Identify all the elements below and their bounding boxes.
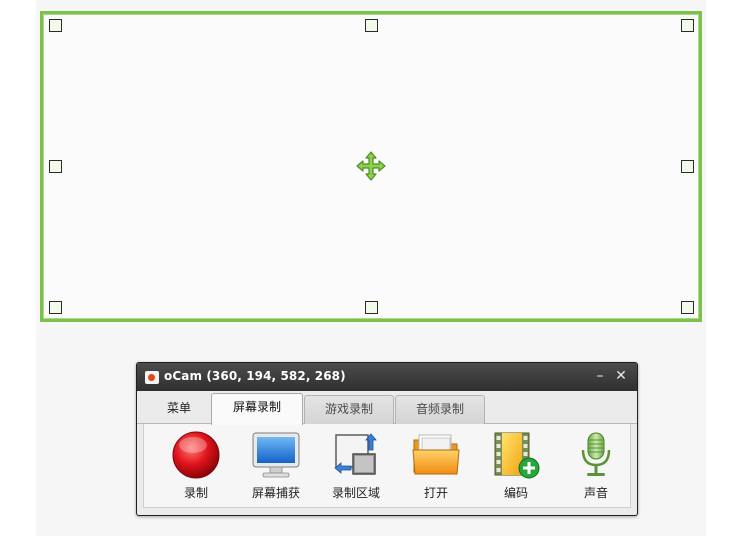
tab-menu[interactable]: 菜单 (149, 395, 209, 424)
monitor-icon (252, 432, 300, 478)
move-arrows-icon[interactable] (355, 150, 387, 182)
open-button[interactable]: 打开 (398, 430, 474, 506)
resize-handle-bottom-left[interactable] (49, 301, 62, 314)
close-button[interactable]: ✕ (612, 367, 630, 385)
resize-handle-middle-left[interactable] (49, 160, 62, 173)
codec-button[interactable]: 编码 (478, 430, 554, 506)
titlebar[interactable]: oCam (360, 194, 582, 268) – ✕ (137, 363, 637, 391)
record-label: 录制 (183, 486, 208, 500)
folder-icon (412, 434, 460, 475)
resize-handle-top-left[interactable] (49, 19, 62, 32)
screenshot-label: 屏幕捕获 (251, 486, 300, 500)
resize-handle-top-center[interactable] (365, 19, 378, 32)
ocam-window: oCam (360, 194, 582, 268) – ✕ 菜单 屏幕录制 游戏… (136, 362, 638, 516)
tab-game-record[interactable]: 游戏录制 (304, 395, 394, 424)
record-region-label: 录制区域 (331, 486, 380, 500)
record-region-button[interactable]: 录制区域 (318, 430, 394, 506)
record-icon (172, 431, 220, 479)
film-add-icon (494, 432, 540, 479)
resize-region-icon (334, 433, 377, 475)
resize-handle-bottom-right[interactable] (681, 301, 694, 314)
sound-button[interactable]: 声音 (558, 430, 634, 506)
resize-handle-bottom-center[interactable] (365, 301, 378, 314)
tab-screen-record[interactable]: 屏幕录制 (211, 393, 303, 425)
resize-handle-middle-right[interactable] (681, 160, 694, 173)
tab-audio-record[interactable]: 音频录制 (395, 395, 485, 424)
microphone-icon (581, 432, 611, 476)
window-title: oCam (360, 194, 582, 268) (164, 369, 346, 383)
ocam-app-icon (145, 371, 159, 384)
codec-label: 编码 (503, 486, 528, 500)
record-button[interactable]: 录制 (158, 430, 234, 506)
resize-handle-top-right[interactable] (681, 19, 694, 32)
tab-bar: 菜单 屏幕录制 游戏录制 音频录制 (137, 391, 637, 425)
open-label: 打开 (423, 486, 448, 500)
toolbar: 录制 屏幕捕获 录制区域 打开 编码 声音 (143, 424, 631, 508)
sound-label: 声音 (583, 486, 608, 500)
minimize-button[interactable]: – (591, 367, 609, 385)
screenshot-button[interactable]: 屏幕捕获 (238, 430, 314, 506)
